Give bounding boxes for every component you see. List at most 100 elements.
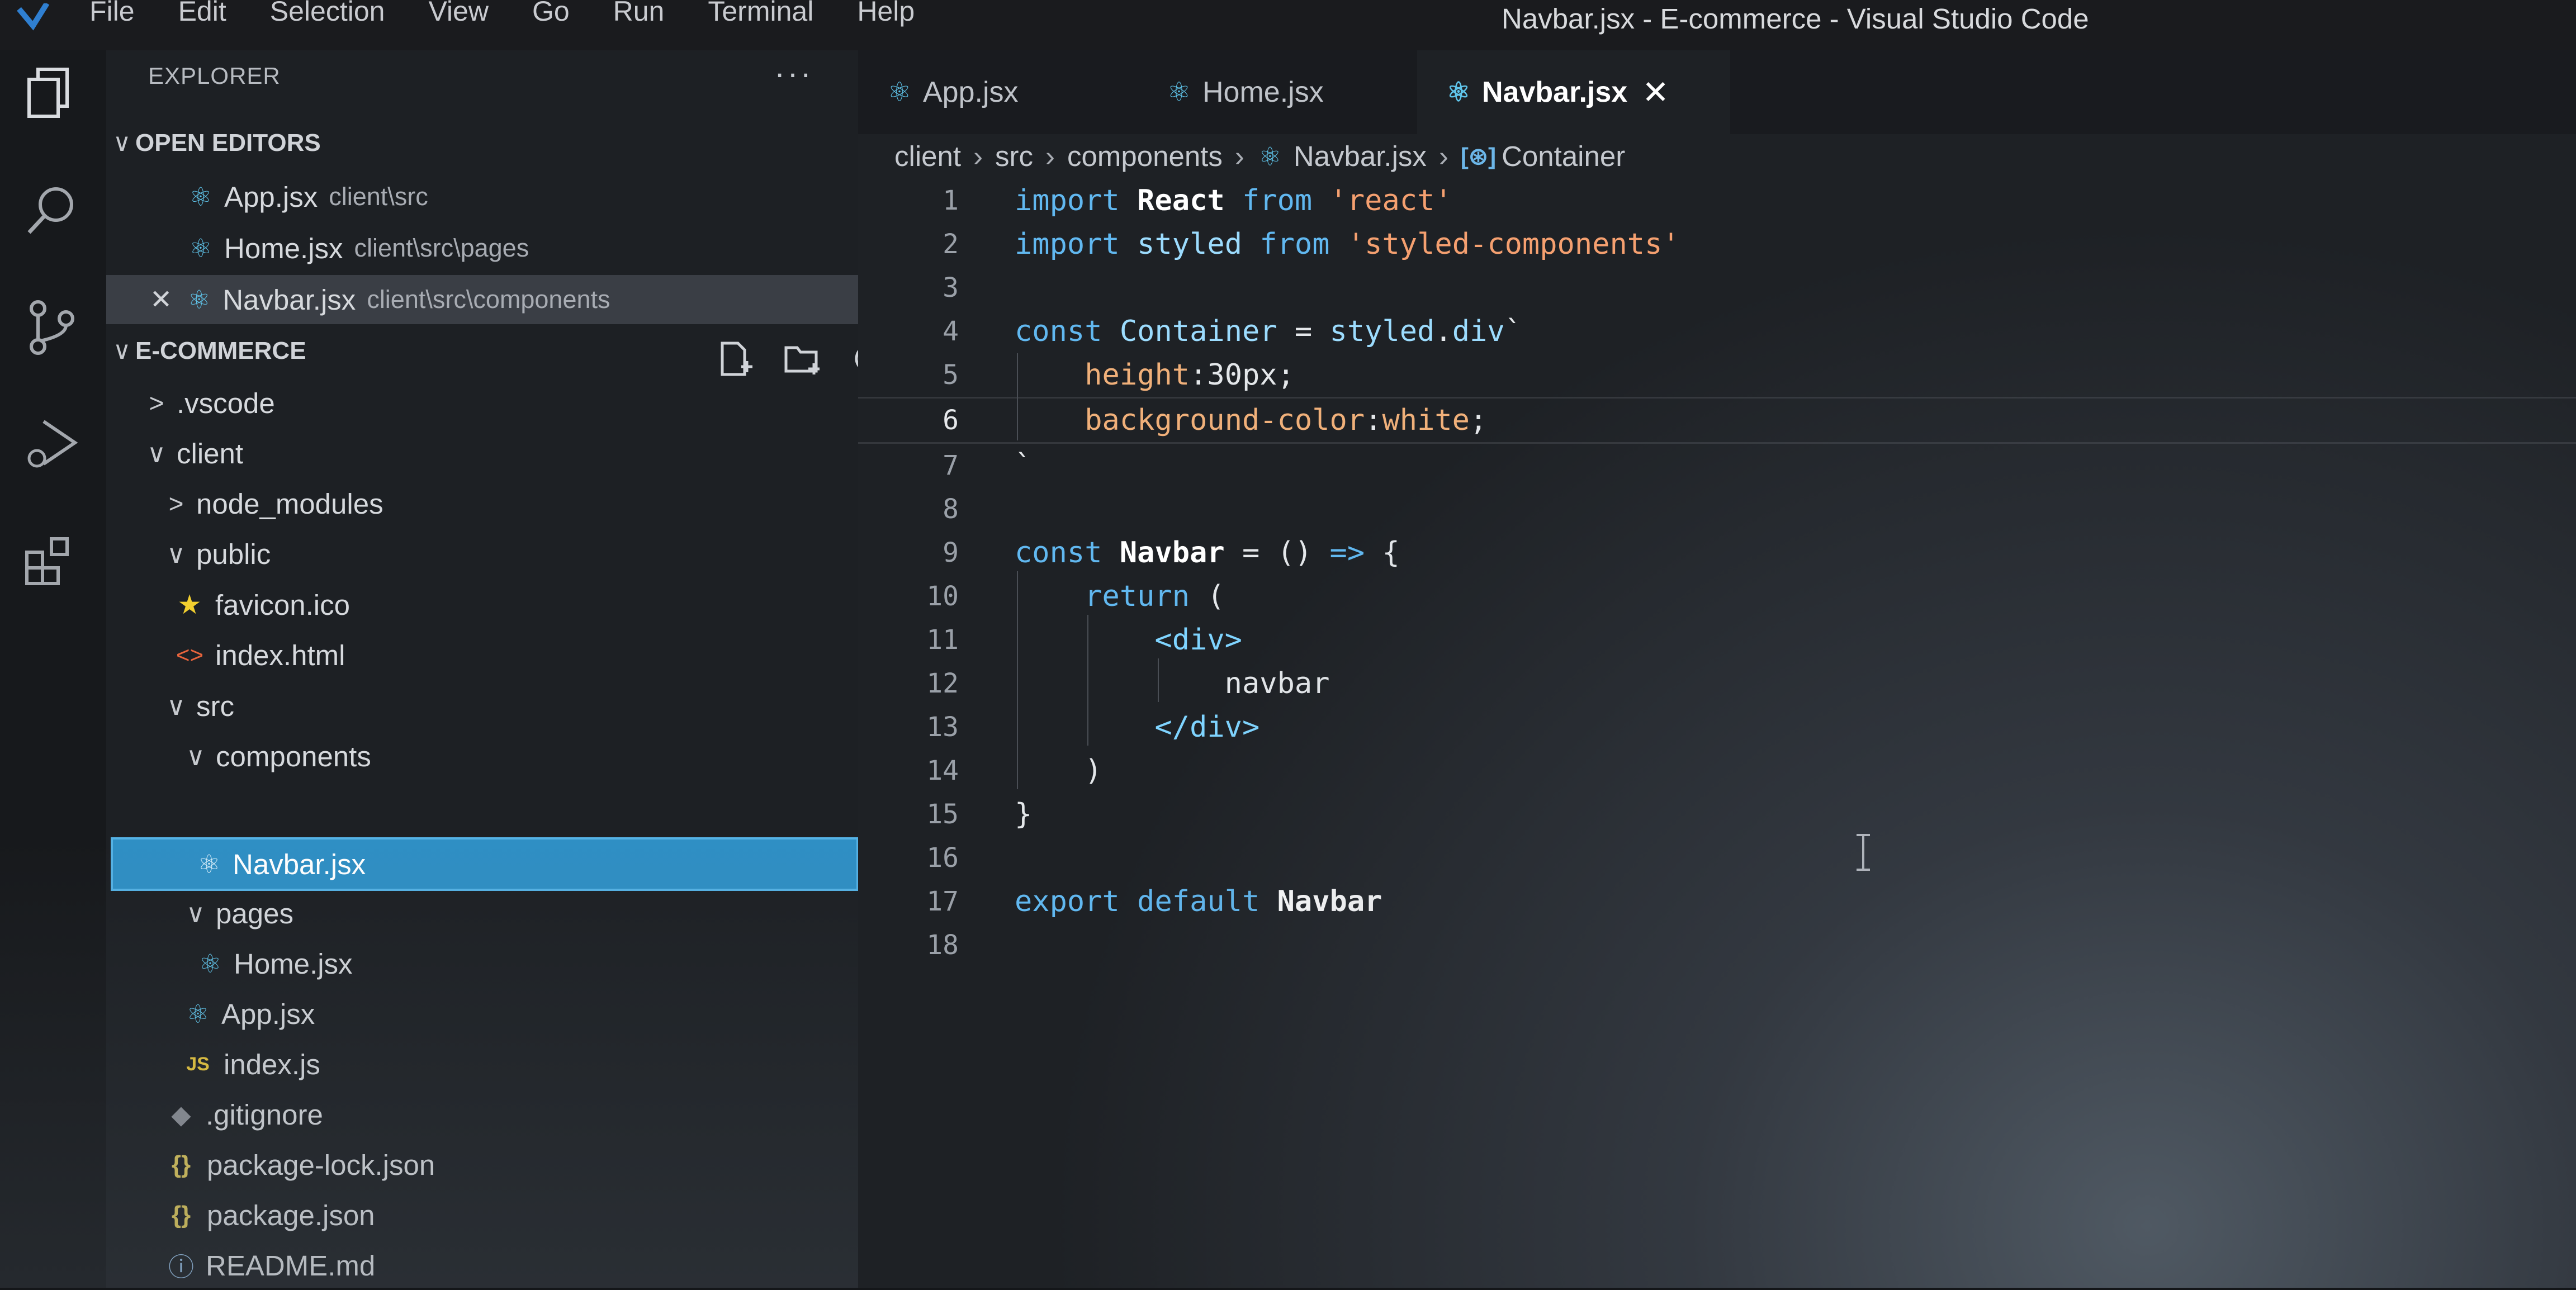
react-icon: ⚛ [1258, 141, 1282, 171]
code-editor[interactable]: 1 import React from 'react' 2 import styled… [858, 179, 2576, 967]
code-text: <div> [1154, 623, 1242, 657]
activity-bar [0, 50, 106, 1288]
tree-folder-client[interactable]: ∨ client [106, 429, 858, 478]
open-editor-path: client\src [329, 182, 428, 211]
js-icon: JS [186, 1053, 210, 1075]
code-line[interactable]: 5 height:30px; [858, 353, 2576, 397]
tab-app[interactable]: ⚛ App.jsx [886, 50, 1132, 134]
line-number: 2 [943, 229, 959, 260]
symbol-variable-icon: [⊛] [1460, 143, 1497, 169]
code-line[interactable]: 2 import styled from 'styled-components' [858, 222, 2576, 266]
tree-folder-pages[interactable]: ∨ pages [106, 889, 858, 938]
tree-folder-src[interactable]: ∨ src [106, 681, 858, 731]
chevron-down-icon: ∨ [186, 742, 205, 771]
code-text: </div> [1154, 710, 1260, 744]
code-line[interactable]: 14 ) [858, 749, 2576, 793]
code-line[interactable]: 16 [858, 836, 2576, 880]
files-icon[interactable] [21, 61, 83, 123]
tab-home[interactable]: ⚛ Home.jsx [1166, 50, 1412, 134]
project-header[interactable]: ∨ E-COMMERCE [113, 336, 306, 365]
code-text: const Navbar = () => { [1015, 536, 1400, 570]
menu-selection[interactable]: Selection [270, 0, 385, 28]
code-line[interactable]: 18 [858, 923, 2576, 967]
breadcrumb-item[interactable]: src [995, 140, 1033, 173]
new-file-icon[interactable] [716, 340, 755, 379]
menu-help[interactable]: Help [857, 0, 915, 28]
tree-folder-vscode[interactable]: > .vscode [106, 378, 858, 428]
tree-file-package-lock[interactable]: {} package-lock.json [106, 1140, 858, 1189]
open-editor-name: App.jsx [224, 181, 318, 213]
menu-terminal[interactable]: Terminal [708, 0, 813, 28]
tree-file-index-html[interactable]: <> index.html [106, 630, 858, 680]
tree-folder-components[interactable]: ∨ components [106, 732, 858, 781]
code-text: navbar [1015, 667, 1330, 700]
tab-label: Home.jsx [1202, 76, 1324, 108]
code-line[interactable]: 10 return ( [858, 575, 2576, 618]
tree-file-home[interactable]: ⚛ Home.jsx [106, 939, 858, 988]
code-line[interactable]: 12 navbar [858, 662, 2576, 705]
code-line[interactable]: 4 const Container = styled.div` [858, 310, 2576, 353]
react-icon: ⚛ [1446, 78, 1471, 107]
tab-bar: ⚛ App.jsx ⚛ Home.jsx ⚛ Navbar.jsx ✕ [858, 50, 2576, 134]
tree-file-gitignore[interactable]: ◆ .gitignore [106, 1090, 858, 1139]
code-line[interactable]: 6 background-color:white; [858, 397, 2576, 444]
breadcrumb-item[interactable]: Container [1502, 140, 1625, 173]
search-icon[interactable] [21, 179, 83, 240]
run-debug-icon[interactable] [21, 414, 83, 475]
close-icon[interactable]: ✕ [1642, 73, 1669, 111]
tree-file-index-js[interactable]: JS index.js [106, 1040, 858, 1089]
tree-file-app[interactable]: ⚛ App.jsx [106, 989, 858, 1038]
tree-file-package[interactable]: {} package.json [106, 1191, 858, 1240]
open-editors-header[interactable]: ∨ OPEN EDITORS [113, 129, 321, 157]
tree-label: public [196, 538, 271, 570]
code-line[interactable]: 17 export default Navbar [858, 880, 2576, 923]
tab-navbar[interactable]: ⚛ Navbar.jsx ✕ [1417, 50, 1730, 134]
chevron-down-icon: ∨ [147, 439, 166, 468]
open-editor-home[interactable]: ⚛ Home.jsx client\src\pages [106, 224, 858, 273]
tree-file-readme[interactable]: ⓘ README.md [106, 1241, 858, 1290]
breadcrumb-item[interactable]: components [1067, 140, 1223, 173]
react-icon: ⚛ [186, 999, 210, 1028]
chevron-down-icon: ∨ [167, 539, 186, 568]
code-line[interactable]: 15} [858, 793, 2576, 836]
line-number: 15 [926, 799, 959, 830]
line-number: 3 [943, 272, 959, 303]
code-line[interactable]: 7 ` [858, 444, 2576, 487]
react-icon: ⚛ [189, 234, 212, 263]
chevron-right-icon: › [1438, 140, 1448, 172]
open-editors-label: OPEN EDITORS [135, 129, 321, 156]
menu-go[interactable]: Go [532, 0, 570, 28]
breadcrumb-item[interactable]: Navbar.jsx [1294, 140, 1427, 173]
close-icon[interactable]: ✕ [150, 284, 172, 315]
menu-view[interactable]: View [428, 0, 488, 28]
code-line[interactable]: 11 <div> [858, 618, 2576, 662]
chevron-down-icon: ∨ [167, 691, 186, 720]
tree-folder-public[interactable]: ∨ public [106, 529, 858, 578]
code-text: export default Navbar [1015, 885, 1382, 918]
tree-file-navbar[interactable]: ⚛ Navbar.jsx [111, 837, 859, 891]
react-icon: ⚛ [198, 949, 222, 978]
tree-file-favicon[interactable]: ★ favicon.ico [106, 580, 858, 629]
menu-file[interactable]: File [89, 0, 135, 28]
code-line[interactable]: 1 import React from 'react' [858, 179, 2576, 222]
code-line[interactable]: 3 [858, 266, 2576, 310]
breadcrumb-item[interactable]: client [894, 140, 961, 173]
more-actions-icon[interactable]: ··· [774, 55, 813, 92]
open-editor-path: client\src\pages [354, 234, 529, 262]
new-folder-icon[interactable] [783, 340, 822, 379]
menu-edit[interactable]: Edit [178, 0, 226, 28]
menu-run[interactable]: Run [613, 0, 665, 28]
code-line[interactable]: 13 </div> [858, 705, 2576, 749]
line-number: 7 [943, 450, 959, 481]
tree-folder-node-modules[interactable]: > node_modules [106, 479, 858, 528]
open-editor-navbar[interactable]: ✕ ⚛ Navbar.jsx client\src\components [106, 275, 858, 324]
tree-label: package-lock.json [207, 1149, 435, 1181]
extensions-icon[interactable] [21, 531, 83, 592]
source-control-icon[interactable] [21, 296, 83, 358]
open-editor-app[interactable]: ⚛ App.jsx client\src [106, 172, 858, 221]
line-number: 18 [926, 929, 959, 961]
code-line[interactable]: 8 [858, 487, 2576, 531]
code-line[interactable]: 9 const Navbar = () => { [858, 531, 2576, 575]
tree-label: pages [216, 897, 293, 929]
line-number: 12 [926, 668, 959, 699]
